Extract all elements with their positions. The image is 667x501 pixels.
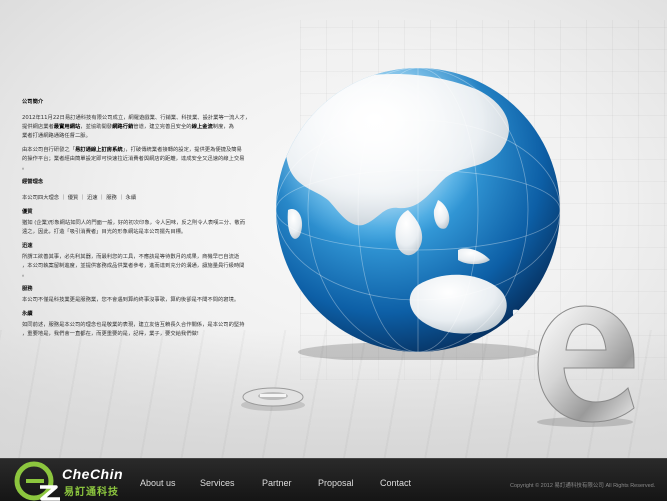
- forever-text-line: 如同前述，服務是本公司的理念也是敬業的表現，建立友信互賴長久合作關係，是本公司的…: [22, 322, 245, 328]
- service-title: 服務: [22, 286, 33, 292]
- footer-bar: CheChin 易訂通科技 About us Services Partner …: [0, 458, 667, 501]
- booking-system-link[interactable]: 易訂通線上訂房系統: [75, 147, 123, 153]
- small-e-illustration: [241, 387, 305, 411]
- e-letter-illustration: [537, 305, 635, 427]
- speed-text-line: 所謂工欲善其事，必先利其器，而最利您的工具，不應該是等待數月的成果，商機早已自流…: [22, 254, 240, 260]
- nav-proposal[interactable]: Proposal: [318, 478, 354, 488]
- intro-paragraph-2: 由本公司自行研發之「易訂通線上訂房系統」，打破傳統業者接轉的設定，提供更為便捷及…: [22, 146, 304, 173]
- philosophy-title: 經營理念: [22, 179, 44, 185]
- quality-text-line: 遠之，因此，打造「吸引消費者」目光的形象網站是本公司擺先目標。: [22, 229, 187, 235]
- intro-text: 提供網店業者: [22, 124, 54, 130]
- speed-text: 所謂工欲善其事，必先利其器，而最利您的工具，不應該是等待數月的成果，商機早已自流…: [22, 253, 304, 280]
- intro-text: 的操作平台；業者經由簡單設定即可快速拉近消費者與網店的距離，達成安全又迅速的線上…: [22, 156, 245, 162]
- nav-partner[interactable]: Partner: [262, 478, 292, 488]
- hero-background: 公司簡介 2012年11月22日易訂通科技有限公司成立，網羅遊戲業、行銷業、科技…: [0, 0, 667, 458]
- service-text: 本公司不僅是科技業更是服務業，您不會遇到算約終事沒事歌，算約後卻是不聞不問的窘境…: [22, 297, 240, 303]
- nav-about-us[interactable]: About us: [140, 478, 176, 488]
- copyright-text: Copyright © 2012 易訂通科技有限公司 All Rights Re…: [510, 483, 656, 489]
- intro-text: 由本公司自行研發之「: [22, 147, 75, 153]
- ez-logo-icon: [14, 461, 60, 501]
- speed-title: 迅速: [22, 243, 33, 249]
- intro-highlight: 網路行銷: [112, 124, 134, 130]
- nav-contact[interactable]: Contact: [380, 478, 411, 488]
- forever-title: 永續: [22, 311, 33, 317]
- intro-text: 制度，為: [212, 124, 234, 130]
- intro-highlight: 最實用網站: [53, 124, 81, 130]
- company-intro-panel: 公司簡介 2012年11月22日易訂通科技有限公司成立，網羅遊戲業、行銷業、科技…: [22, 98, 304, 339]
- quality-title: 優質: [22, 209, 33, 215]
- brand-logo[interactable]: CheChin 易訂通科技: [14, 461, 126, 501]
- globe-illustration: [276, 68, 560, 360]
- brand-name-zh: 易訂通科技: [64, 487, 119, 498]
- philosophy-line: 本公司四大理念 ｜ 優質 ｜ 迅速 ｜ 服務 ｜ 永續: [22, 195, 137, 201]
- speed-text-line: ，本公司執案留制進度，並提供客務成品供業者參考，進而達到充分的溝通，讓施量員行級…: [22, 263, 245, 269]
- forever-text-line: ，重要地是，我們會一直都在，而更重要的是，記得，業子，要交給我們做!: [22, 331, 199, 337]
- intro-text: 業者打通網路通路任督二脈。: [22, 133, 91, 139]
- intro-text: 2012年11月22日易訂通科技有限公司成立，網羅遊戲業、行銷業、科技業、設計業…: [22, 115, 251, 121]
- quality-text: 猶如 (企業)形象網站如同人的門面一般，好的初次印象，令人回味，反之則令人表嘆三…: [22, 219, 304, 237]
- intro-text: ，並協助開發: [80, 124, 113, 130]
- intro-paragraph-1: 2012年11月22日易訂通科技有限公司成立，網羅遊戲業、行銷業、科技業、設計業…: [22, 114, 304, 141]
- intro-text: 」，打破傳統業者接轉的設定，提供更為便捷及簡易: [122, 147, 242, 153]
- brand-name-en: CheChin: [62, 466, 124, 482]
- nav-services[interactable]: Services: [200, 478, 235, 488]
- speed-text-line: 。: [22, 272, 28, 278]
- intro-title: 公司簡介: [22, 99, 44, 105]
- globe-highlight: [276, 68, 560, 352]
- intro-text: 管道，建立完善且安全的: [133, 124, 192, 130]
- intro-text: 。: [22, 165, 28, 171]
- intro-highlight: 線上金流: [191, 124, 213, 130]
- quality-text-line: 猶如 (企業)形象網站如同人的門面一般，好的初次印象，令人回味，反之則令人表嘆三…: [22, 220, 245, 226]
- forever-text: 如同前述，服務是本公司的理念也是敬業的表現，建立友信互賴長久合作關係，是本公司的…: [22, 321, 304, 339]
